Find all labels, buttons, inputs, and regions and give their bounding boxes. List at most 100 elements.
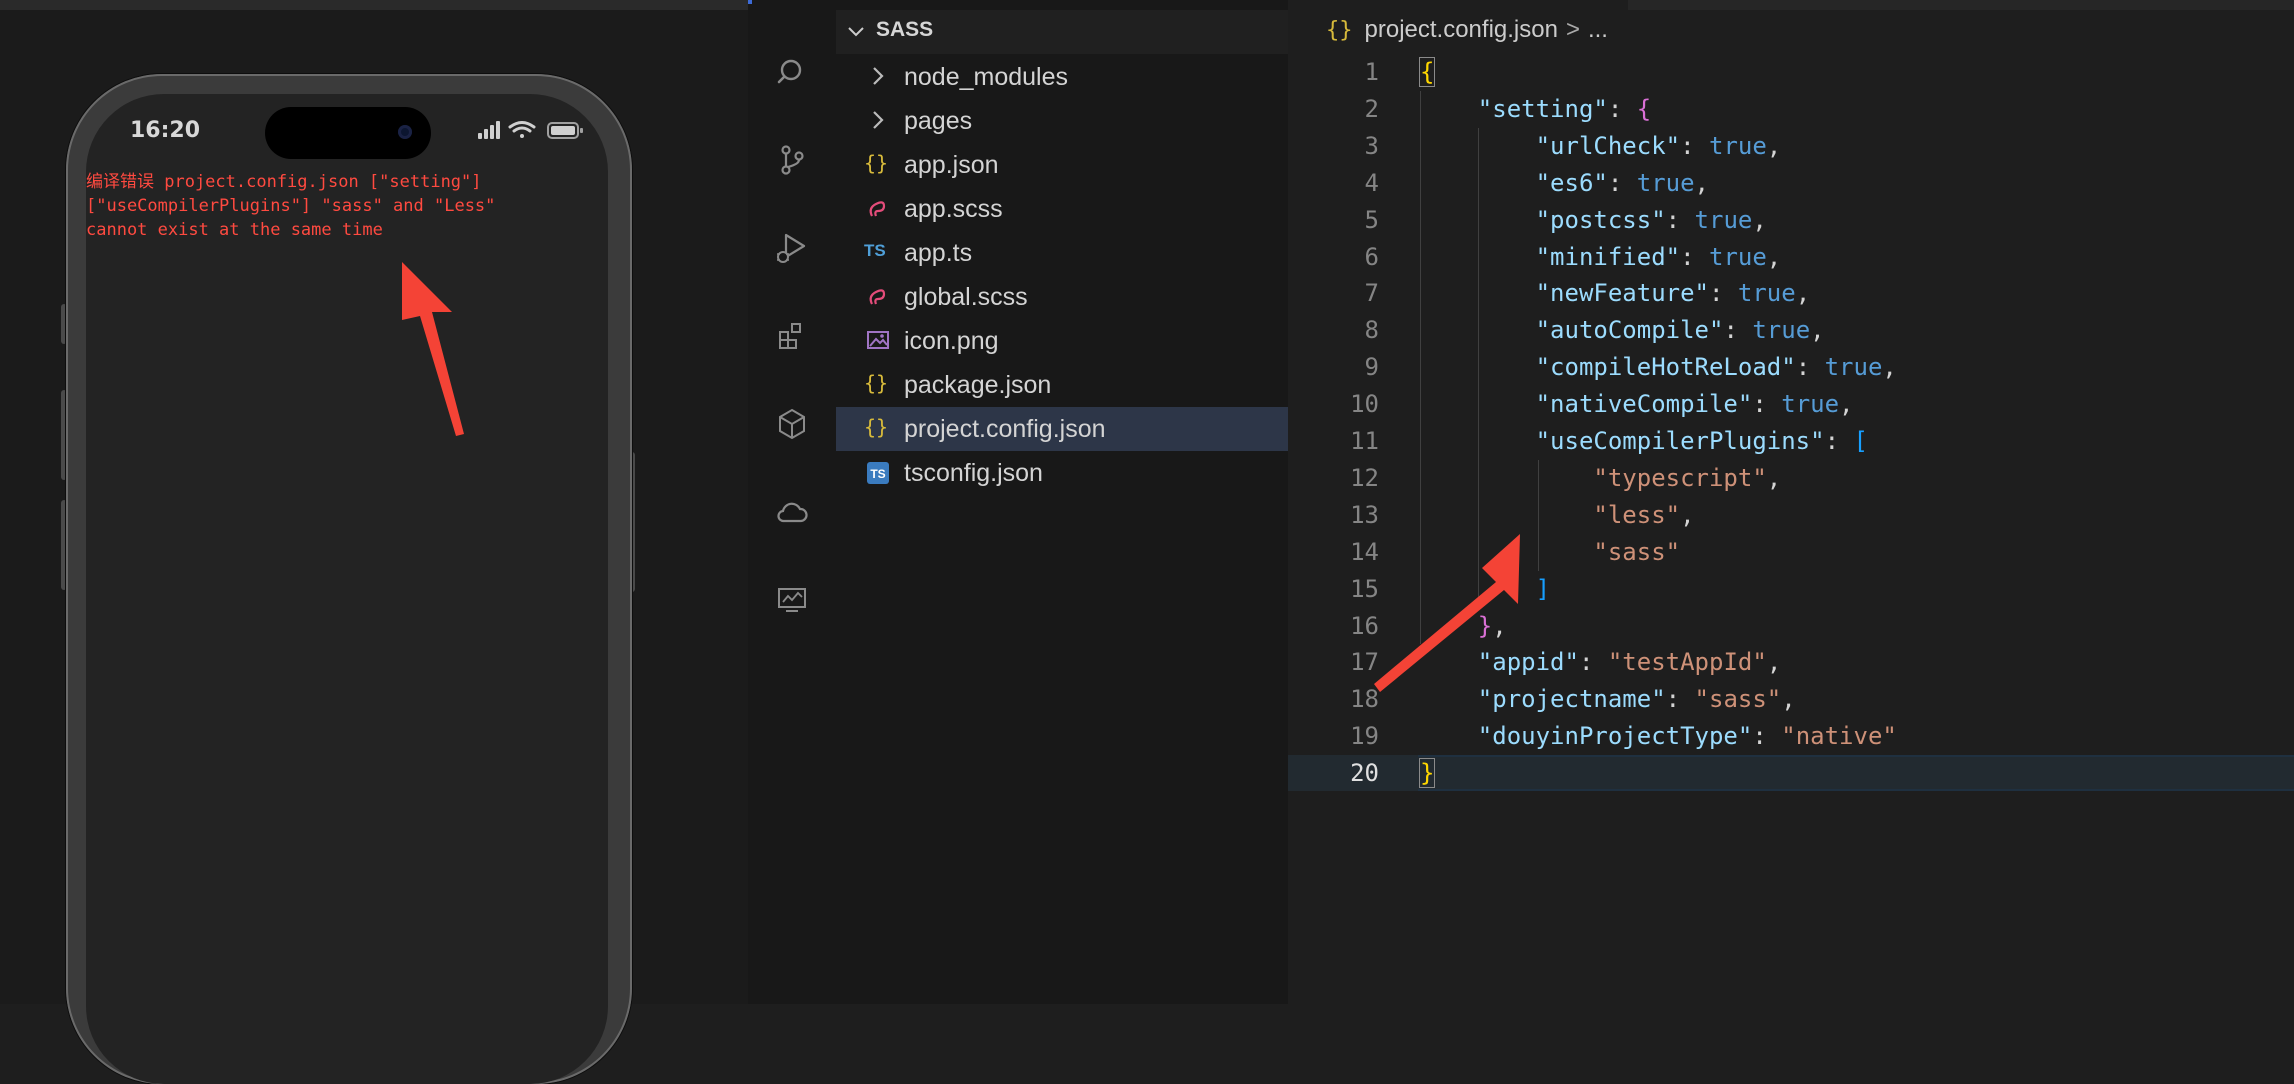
sass-file-icon [869,289,886,305]
annotation-arrow-up-right-icon [1374,534,1520,692]
sass-file-icon [869,201,886,217]
code-text: "setting": { [1477,94,1652,123]
code-line[interactable]: 1{ [1288,54,2294,90]
line-number: 11 [1350,427,1379,455]
tree-item-project-config-json[interactable]: {} project.config.json [836,407,1288,451]
tree-item-label: app.ts [904,239,973,267]
status-bar-time: 16:20 [130,118,201,143]
tree-item-tsconfig-json[interactable]: TS tsconfig.json [836,451,1288,495]
line-number: 1 [1364,58,1379,86]
code-line[interactable]: 3 "urlCheck": true, [1288,128,2294,164]
code-line[interactable]: 5 "postcss": true, [1288,202,2294,238]
compile-error-message: 编译错误 project.config.json ["setting"] ["u… [86,172,496,240]
wifi-icon [508,121,536,138]
line-number: 3 [1364,131,1379,160]
json-file-icon: {} [864,415,889,439]
code-text: "minified": true, [1535,242,1782,271]
tree-item-node-modules[interactable]: node_modules [836,55,1288,99]
line-number: 2 [1364,94,1379,123]
line-number: 4 [1364,168,1379,197]
tree-item-label: project.config.json [904,415,1106,443]
line-number: 12 [1350,463,1379,492]
package-icon[interactable] [774,406,810,442]
typescript-file-icon: TS [864,241,886,260]
line-number: 9 [1364,353,1379,382]
code-text: "typescript", [1593,463,1782,492]
line-number: 8 [1364,316,1379,345]
code-line[interactable]: 13 "less", [1288,497,2294,533]
code-text: "nativeCompile": true, [1535,390,1854,419]
front-camera [398,125,412,139]
code-text: "es6": true, [1535,168,1709,197]
breadcrumb-separator: > [1565,16,1580,43]
tree-item-label: package.json [904,371,1052,399]
search-icon[interactable] [774,54,810,90]
tree-item-label: pages [904,107,973,135]
chevron-right-icon [873,111,884,129]
tree-item-label: app.scss [904,195,1003,223]
tree-item-pages[interactable]: pages [836,99,1288,143]
cloud-icon[interactable] [774,494,810,530]
json-file-icon: {} [1326,18,1353,43]
code-text: "less", [1593,500,1695,529]
breadcrumb-file[interactable]: project.config.json [1365,16,1558,43]
image-file-icon [867,331,889,349]
code-line[interactable]: 8 "autoCompile": true, [1288,312,2294,348]
breadcrumb[interactable]: {} project.config.json >... [1326,16,1608,44]
code-line[interactable]: 10 "nativeCompile": true, [1288,386,2294,422]
source-control-icon[interactable] [774,142,810,178]
tree-item-package-json[interactable]: {} package.json [836,363,1288,407]
tree-item-label: app.json [904,151,999,179]
line-number: 10 [1350,390,1379,419]
explorer-root-title: SASS [876,18,934,41]
code-text: "urlCheck": true, [1535,131,1782,160]
activity-accent [748,0,752,4]
code-text: "compileHotReLoad": true, [1535,353,1897,382]
simulator-top-bar [0,0,748,10]
code-line[interactable]: 7 "newFeature": true, [1288,275,2294,311]
json-file-icon: {} [864,371,889,395]
editor-top-bar [1628,0,2294,10]
code-line[interactable]: 20} [1288,755,2294,792]
run-debug-icon[interactable] [774,230,810,266]
monitor-icon[interactable] [774,582,810,618]
json-file-icon: {} [864,151,889,175]
annotation-arrow-up-icon [402,262,464,436]
battery-icon [547,122,583,139]
code-line[interactable]: 11 "useCompilerPlugins": [ [1288,423,2294,459]
extensions-icon[interactable] [774,318,810,354]
status-bar-icons [478,121,583,139]
tree-item-icon-png[interactable]: icon.png [836,319,1288,363]
chevron-right-icon [873,67,884,85]
code-text: { [1418,57,1436,87]
chevron-down-icon[interactable] [846,22,866,42]
code-line[interactable]: 12 "typescript", [1288,460,2294,496]
signal-icon [478,121,500,139]
tree-item-app-scss[interactable]: app.scss [836,187,1288,231]
code-line[interactable]: 2 "setting": { [1288,91,2294,127]
line-number: 13 [1350,500,1379,529]
tree-item-label: tsconfig.json [904,459,1043,487]
code-line[interactable]: 4 "es6": true, [1288,165,2294,201]
code-line[interactable]: 9 "compileHotReLoad": true, [1288,349,2294,385]
code-line[interactable]: 19 "douyinProjectType": "native" [1288,718,2294,754]
tree-item-label: icon.png [904,327,999,355]
breadcrumb-symbol[interactable]: ... [1588,16,1608,43]
code-text: "postcss": true, [1535,205,1767,234]
code-text: "autoCompile": true, [1535,316,1825,345]
line-number: 19 [1350,722,1379,751]
code-text: } [1418,758,1436,789]
code-line[interactable]: 6 "minified": true, [1288,239,2294,275]
line-number: 20 [1350,759,1379,788]
tree-item-global-scss[interactable]: global.scss [836,275,1288,319]
tree-item-app-ts[interactable]: TS app.ts [836,231,1288,275]
tree-item-app-json[interactable]: {} app.json [836,143,1288,187]
tree-item-label: global.scss [904,283,1028,311]
tsconfig-file-icon: TS [867,462,889,484]
phone-screen [86,94,608,1084]
code-text: "useCompilerPlugins": [ [1535,427,1868,455]
code-text: "douyinProjectType": "native" [1477,722,1897,751]
line-number: 5 [1364,205,1379,234]
line-number: 7 [1364,279,1379,308]
tree-item-label: node_modules [904,63,1069,91]
